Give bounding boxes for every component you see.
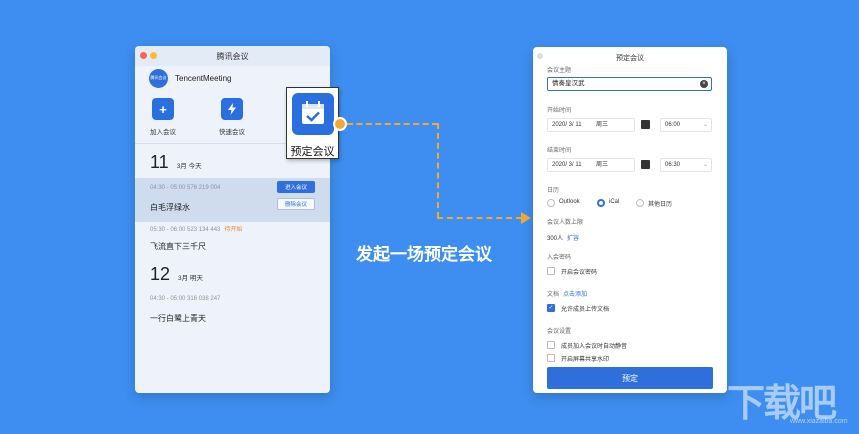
join-meeting-button[interactable]: + 加入会议 bbox=[143, 98, 183, 136]
topic-input[interactable]: 情奏皇汉武 × bbox=[547, 77, 712, 91]
end-weekday: 周三 bbox=[596, 162, 609, 168]
start-time-select[interactable]: 06:00 ⌄ bbox=[660, 118, 712, 132]
meeting-item[interactable]: 04:30 - 05:00 316 038 247 一行白鹭上青天 bbox=[135, 289, 330, 333]
enter-meeting-button[interactable]: 进入会议 bbox=[277, 181, 315, 193]
start-date-field[interactable]: 2020/ 3/ 11 周三 bbox=[547, 118, 635, 132]
connector-line bbox=[437, 217, 522, 219]
meeting-time: 04:30 - 05:00 576 219 004 bbox=[150, 185, 221, 191]
meeting-name: 飞流直下三千尺 bbox=[150, 242, 206, 251]
window-title: 腾讯会议 bbox=[216, 52, 249, 61]
chevron-down-icon: ⌄ bbox=[702, 122, 708, 128]
watermark-url: www.xiazaiba.com bbox=[790, 418, 848, 425]
day-header: 11 3月 今天 bbox=[150, 152, 202, 173]
end-time-row: 2020/ 3/ 11 周三 06:30 ⌄ bbox=[547, 158, 712, 172]
arrow-icon bbox=[521, 212, 531, 224]
end-time-select[interactable]: 06:30 ⌄ bbox=[660, 158, 712, 172]
add-doc-link[interactable]: 点击添加 bbox=[563, 292, 587, 298]
window-titlebar: 腾讯会议 bbox=[135, 46, 330, 66]
user-profile[interactable]: 腾讯会议 TencentMeeting bbox=[149, 68, 231, 88]
quick-meeting-label: 快速会议 bbox=[219, 129, 245, 136]
radio-other-label: 其他日历 bbox=[648, 202, 673, 208]
avatar[interactable]: 腾讯会议 bbox=[149, 68, 168, 88]
radio-ical-label: iCal bbox=[609, 199, 620, 205]
schedule-meeting-label: 预定会议 bbox=[290, 146, 335, 158]
submit-schedule-button[interactable]: 预定 bbox=[547, 367, 713, 389]
expand-capacity-link[interactable]: 扩容 bbox=[567, 236, 579, 242]
join-meeting-label: 加入会议 bbox=[150, 129, 176, 136]
chevron-down-icon: ⌄ bbox=[702, 162, 708, 168]
mute-checkbox-label: 成员加入会议时自动静音 bbox=[561, 344, 628, 350]
username: TencentMeeting bbox=[175, 73, 232, 83]
participant-limit-label: 会议人数上限 bbox=[547, 220, 584, 226]
password-label: 入会密码 bbox=[547, 255, 572, 261]
schedule-meeting-button[interactable]: 预定会议 bbox=[286, 87, 339, 159]
schedule-meeting-window: 预定会议 会议主题 情奏皇汉武 × 开始时间 2020/ 3/ 11 周三 06… bbox=[533, 47, 727, 393]
lightning-icon bbox=[221, 98, 243, 120]
participant-limit: 300人 扩容 bbox=[547, 233, 579, 242]
day-number: 11 bbox=[150, 152, 169, 172]
delete-meeting-button[interactable]: 删除会议 bbox=[277, 198, 315, 210]
day-subtitle: 3月 明天 bbox=[178, 275, 203, 282]
settings-label: 会议设置 bbox=[547, 329, 572, 335]
topic-label: 会议主题 bbox=[547, 68, 572, 74]
window-title: 预定会议 bbox=[616, 55, 644, 62]
radio-outlook-label: Outlook bbox=[559, 199, 580, 205]
end-date-field[interactable]: 2020/ 3/ 11 周三 bbox=[547, 158, 635, 172]
end-time-label: 结束时间 bbox=[547, 148, 572, 154]
mute-checkbox[interactable] bbox=[547, 341, 555, 349]
password-checkbox-label: 开启会议密码 bbox=[561, 270, 598, 276]
status-badge: 待开始 bbox=[224, 227, 243, 233]
meeting-item[interactable]: 05:30 - 06:00 523 134 443 待开始 飞流直下三千尺 bbox=[135, 217, 330, 261]
calendar-label: 日历 bbox=[547, 188, 560, 194]
day-subtitle: 3月 今天 bbox=[176, 163, 202, 170]
watermark-checkbox[interactable] bbox=[547, 354, 555, 362]
day-header: 12 3月 明天 bbox=[150, 264, 203, 285]
clear-icon[interactable]: × bbox=[700, 80, 708, 88]
plus-icon: + bbox=[152, 98, 174, 120]
meeting-time: 04:30 - 05:00 316 038 247 bbox=[150, 296, 221, 302]
docs-checkbox[interactable]: ✓ bbox=[547, 304, 555, 312]
connector-line bbox=[347, 123, 438, 125]
watermark-checkbox-label: 开启屏幕共享水印 bbox=[561, 357, 610, 363]
meeting-name: 一行白鹭上青天 bbox=[150, 314, 206, 323]
calendar-icon[interactable] bbox=[641, 160, 650, 169]
day-number: 12 bbox=[150, 264, 171, 284]
connector-line bbox=[437, 123, 439, 218]
start-time-row: 2020/ 3/ 11 周三 06:00 ⌄ bbox=[547, 118, 712, 132]
radio-other-calendar[interactable] bbox=[636, 199, 644, 207]
password-checkbox[interactable] bbox=[547, 267, 555, 275]
start-time-label: 开始时间 bbox=[547, 108, 572, 114]
calendar-icon[interactable] bbox=[641, 120, 650, 129]
meeting-name: 白毛浮绿水 bbox=[150, 203, 190, 212]
calendar-options: Outlook iCal 其他日历 bbox=[547, 198, 717, 210]
caption: 发起一场预定会议 bbox=[356, 245, 492, 264]
start-weekday: 周三 bbox=[596, 122, 609, 128]
meeting-time: 05:30 - 06:00 523 134 443 待开始 bbox=[150, 227, 243, 233]
radio-outlook[interactable] bbox=[547, 199, 555, 207]
connector-dot bbox=[333, 117, 347, 131]
topic-value: 情奏皇汉武 bbox=[552, 80, 585, 87]
docs-checkbox-label: 允许成员上传文档 bbox=[561, 307, 610, 313]
docs-label: 文档 点击添加 bbox=[547, 292, 588, 298]
radio-ical[interactable] bbox=[597, 199, 605, 207]
participant-limit-value: 300人 bbox=[547, 236, 564, 242]
quick-meeting-button[interactable]: 快速会议 bbox=[212, 98, 252, 136]
calendar-check-icon bbox=[292, 93, 334, 135]
